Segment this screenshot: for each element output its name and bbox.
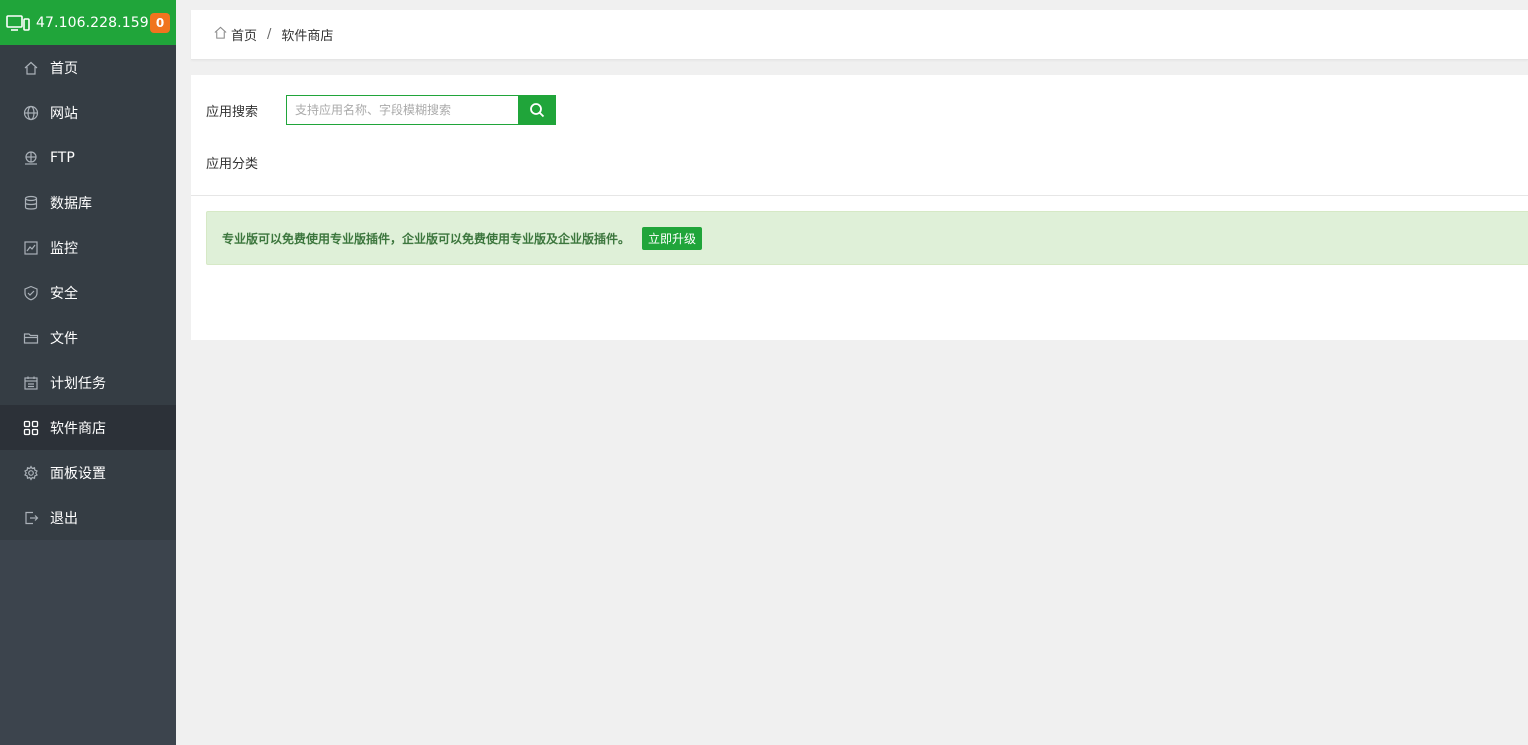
search-box bbox=[286, 95, 556, 125]
globe-icon bbox=[22, 104, 40, 122]
sidebar-item-files[interactable]: 文件 bbox=[0, 315, 176, 360]
sidebar-item-ftp[interactable]: FTP bbox=[0, 135, 176, 180]
sidebar-item-label: 数据库 bbox=[50, 195, 92, 212]
sidebar-item-website[interactable]: 网站 bbox=[0, 90, 176, 135]
search-button[interactable] bbox=[518, 95, 556, 125]
main-content: 首页 / 软件商店 应用搜索 应用分类 专业版可以免费使用专业版插件，企业版可以… bbox=[191, 10, 1528, 340]
shield-icon bbox=[22, 284, 40, 302]
breadcrumb-current: 软件商店 bbox=[281, 29, 334, 44]
divider bbox=[191, 195, 1528, 196]
notification-badge[interactable]: 0 bbox=[150, 12, 170, 33]
category-label: 应用分类 bbox=[206, 157, 259, 172]
sidebar-item-label: 面板设置 bbox=[50, 465, 106, 482]
sidebar-item-label: 文件 bbox=[50, 330, 78, 347]
ftp-icon bbox=[22, 149, 40, 167]
sidebar-item-software-store[interactable]: 软件商店 bbox=[0, 405, 176, 450]
search-icon bbox=[529, 102, 545, 118]
folder-icon bbox=[22, 329, 40, 347]
breadcrumb-separator: / bbox=[267, 27, 272, 42]
upgrade-notice: 专业版可以免费使用专业版插件，企业版可以免费使用专业版及企业版插件。 立即升级 bbox=[206, 211, 1528, 265]
sidebar-item-cron[interactable]: 计划任务 bbox=[0, 360, 176, 405]
sidebar-item-monitor[interactable]: 监控 bbox=[0, 225, 176, 270]
sidebar-header: 47.106.228.159 0 bbox=[0, 0, 176, 45]
grid-icon bbox=[22, 419, 40, 437]
sidebar-item-label: 退出 bbox=[50, 510, 78, 527]
monitor-icon bbox=[22, 239, 40, 257]
host-ip: 47.106.228.159 bbox=[36, 14, 149, 31]
sidebar-item-label: 网站 bbox=[50, 105, 78, 122]
category-row: 应用分类 bbox=[206, 153, 258, 172]
sidebar-item-label: 监控 bbox=[50, 240, 78, 257]
sidebar-item-label: 计划任务 bbox=[50, 375, 106, 392]
sidebar-item-label: 首页 bbox=[50, 60, 78, 77]
sidebar-item-security[interactable]: 安全 bbox=[0, 270, 176, 315]
sidebar-menu: 首页 网站 FTP 数据库 监控 安全 文件 计划任务 软件商店 面板设置 退出 bbox=[0, 45, 176, 540]
breadcrumb: 首页 / 软件商店 bbox=[191, 10, 1528, 60]
sidebar-item-label: 安全 bbox=[50, 285, 78, 302]
sidebar-item-home[interactable]: 首页 bbox=[0, 45, 176, 90]
home-icon bbox=[22, 59, 40, 77]
gear-icon bbox=[22, 464, 40, 482]
search-label: 应用搜索 bbox=[206, 104, 259, 120]
software-store-panel: 应用搜索 应用分类 专业版可以免费使用专业版插件，企业版可以免费使用专业版及企业… bbox=[191, 75, 1528, 340]
sidebar-item-database[interactable]: 数据库 bbox=[0, 180, 176, 225]
sidebar-item-logout[interactable]: 退出 bbox=[0, 495, 176, 540]
calendar-icon bbox=[22, 374, 40, 392]
sidebar-item-label: 软件商店 bbox=[50, 420, 106, 437]
upgrade-button[interactable]: 立即升级 bbox=[642, 226, 703, 250]
sidebar-item-label: FTP bbox=[50, 149, 75, 166]
database-icon bbox=[22, 194, 40, 212]
logout-icon bbox=[22, 509, 40, 527]
sidebar: 47.106.228.159 0 首页 网站 FTP 数据库 监控 安全 文件 … bbox=[0, 0, 176, 745]
search-row: 应用搜索 bbox=[206, 95, 556, 125]
breadcrumb-home-link[interactable]: 首页 bbox=[231, 25, 257, 44]
sidebar-item-settings[interactable]: 面板设置 bbox=[0, 450, 176, 495]
notice-text: 专业版可以免费使用专业版插件，企业版可以免费使用专业版及企业版插件。 bbox=[222, 231, 631, 246]
server-icon bbox=[6, 14, 30, 32]
search-input[interactable] bbox=[287, 96, 518, 124]
home-icon[interactable] bbox=[213, 25, 228, 40]
